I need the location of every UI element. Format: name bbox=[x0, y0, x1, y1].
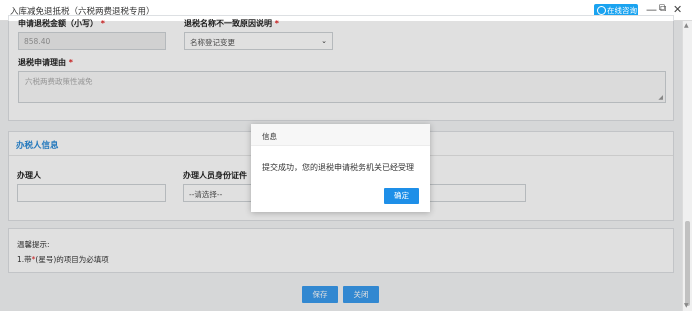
dialog-title: 信息 bbox=[262, 132, 277, 141]
info-dialog: 信息 提交成功，您的退税申请税务机关已经受理 确定 bbox=[251, 124, 430, 212]
dialog-ok-button[interactable]: 确定 bbox=[384, 188, 419, 204]
online-consult-label: 在线咨询 bbox=[607, 6, 637, 15]
scroll-up-icon[interactable]: ▲ bbox=[684, 22, 689, 29]
dialog-message: 提交成功，您的退税申请税务机关已经受理 bbox=[262, 163, 414, 172]
vertical-scrollbar[interactable]: ▲ ▼ bbox=[682, 21, 692, 311]
close-window-button[interactable]: ✕ bbox=[673, 3, 682, 16]
dialog-header: 信息 bbox=[251, 124, 430, 146]
headset-icon bbox=[597, 6, 606, 15]
restore-button[interactable]: ⧉ bbox=[659, 3, 666, 14]
scrollbar-thumb[interactable] bbox=[685, 221, 690, 306]
scroll-down-icon[interactable]: ▼ bbox=[684, 302, 689, 309]
